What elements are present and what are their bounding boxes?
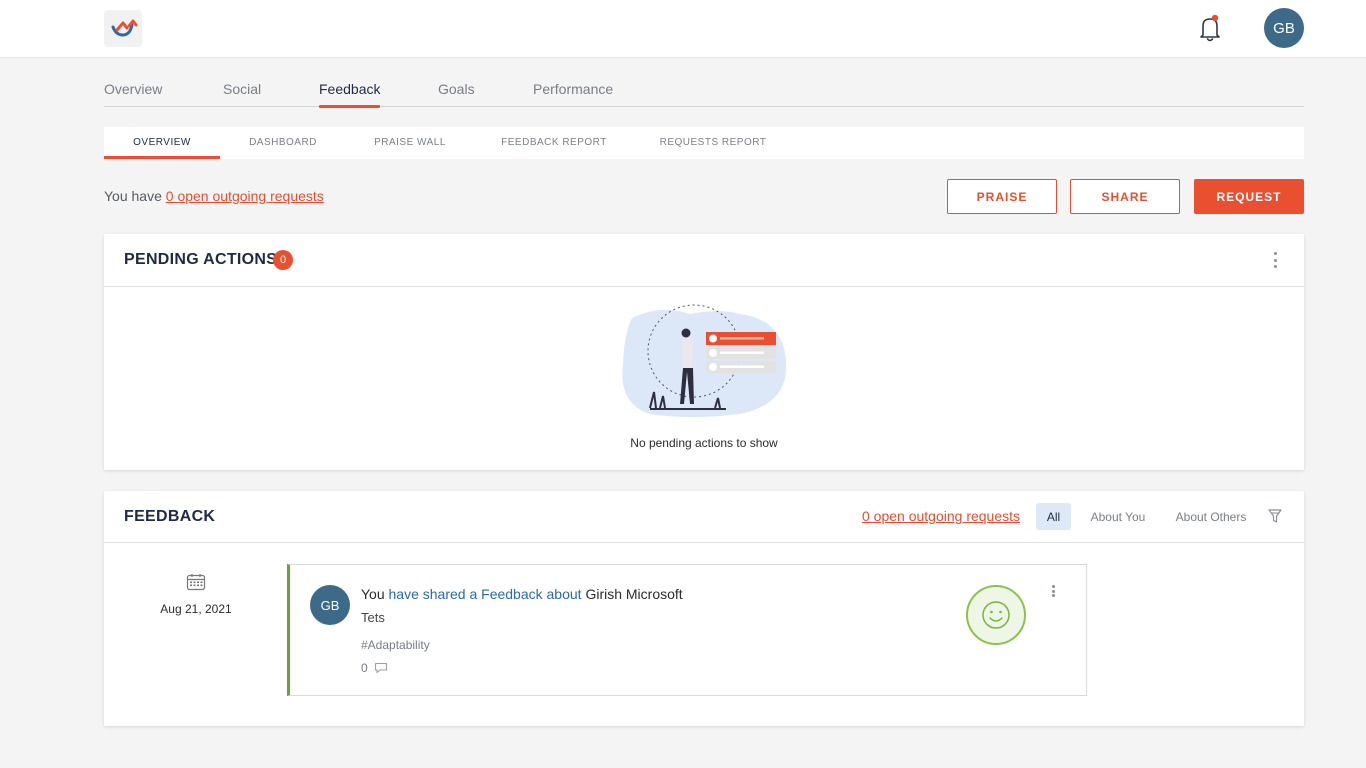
tab-feedback[interactable]: Feedback <box>319 81 381 108</box>
pending-actions-header: PENDING ACTIONS 0 <box>104 234 1304 287</box>
tab-goals[interactable]: Goals <box>438 81 475 97</box>
feedback-summary: You have shared a Feedback about Girish … <box>361 586 683 602</box>
praise-button[interactable]: PRAISE <box>947 179 1057 214</box>
open-requests-link[interactable]: 0 open outgoing requests <box>166 188 324 204</box>
request-button[interactable]: REQUEST <box>1194 179 1304 214</box>
filter-about-others[interactable]: About Others <box>1170 503 1252 530</box>
sub-tabs: OVERVIEW DASHBOARD PRAISE WALL FEEDBACK … <box>104 127 1304 159</box>
feedback-message: Tets <box>361 610 385 625</box>
tab-overview[interactable]: Overview <box>104 81 162 97</box>
bell-icon <box>1200 14 1220 42</box>
feedback-actor: You <box>361 586 385 602</box>
subtab-praise-wall[interactable]: PRAISE WALL <box>356 127 464 159</box>
feedback-more-menu-icon[interactable] <box>1050 585 1056 597</box>
empty-state-illustration <box>620 304 788 420</box>
pending-actions-title: PENDING ACTIONS <box>124 251 278 268</box>
feedback-header: FEEDBACK 0 open outgoing requests All Ab… <box>104 491 1304 543</box>
feedback-action-text: have shared a Feedback about <box>388 586 582 602</box>
notification-dot <box>1211 14 1219 22</box>
feedback-open-requests-link[interactable]: 0 open outgoing requests <box>862 508 1020 524</box>
subtab-dashboard[interactable]: DASHBOARD <box>230 127 336 159</box>
smiley-icon <box>966 585 1026 645</box>
pending-count-badge: 0 <box>273 250 293 270</box>
top-bar: GB <box>0 0 1366 58</box>
pending-actions-card: PENDING ACTIONS 0 No pending actions to … <box>104 234 1304 470</box>
tab-performance[interactable]: Performance <box>533 81 613 97</box>
share-button[interactable]: SHARE <box>1070 179 1180 214</box>
notification-bell-button[interactable] <box>1195 12 1225 44</box>
feedback-subject[interactable]: Girish Microsoft <box>585 586 682 602</box>
open-requests-prefix: You have <box>104 188 162 204</box>
filter-about-you[interactable]: About You <box>1085 503 1151 530</box>
filter-all[interactable]: All <box>1036 503 1071 530</box>
feedback-card: FEEDBACK 0 open outgoing requests All Ab… <box>104 491 1304 726</box>
comment-icon <box>374 662 387 674</box>
open-requests-line: You have 0 open outgoing requests <box>104 188 324 204</box>
subtab-feedback-report[interactable]: FEEDBACK REPORT <box>494 127 614 159</box>
feedback-comments[interactable]: 0 <box>361 661 388 675</box>
user-avatar[interactable]: GB <box>1264 8 1304 48</box>
subtab-overview[interactable]: OVERVIEW <box>104 127 220 159</box>
pending-more-menu-icon[interactable] <box>1272 252 1278 268</box>
tab-social[interactable]: Social <box>223 81 261 97</box>
feedback-date-column: Aug 21, 2021 <box>104 573 288 616</box>
brand-logo-icon[interactable] <box>104 10 142 47</box>
comment-count: 0 <box>361 661 368 675</box>
feedback-title: FEEDBACK <box>124 508 216 525</box>
subtab-requests-report[interactable]: REQUESTS REPORT <box>654 127 772 159</box>
calendar-icon <box>186 574 206 591</box>
main-tabs: Overview Social Feedback Goals Performan… <box>104 70 1304 108</box>
feedback-author-avatar: GB <box>310 585 350 625</box>
feedback-tag: #Adaptability <box>361 638 430 652</box>
empty-state-text: No pending actions to show <box>630 436 778 450</box>
feedback-item[interactable]: GB You have shared a Feedback about Giri… <box>287 564 1087 696</box>
funnel-icon[interactable] <box>1268 509 1282 529</box>
feedback-date: Aug 21, 2021 <box>160 602 232 616</box>
